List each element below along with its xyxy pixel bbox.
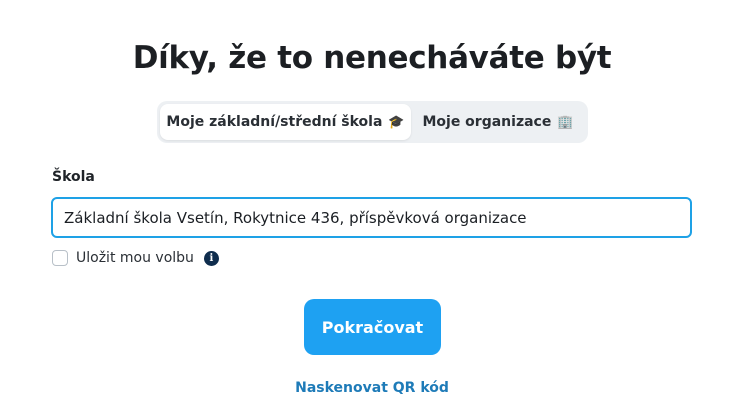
scan-qr-link[interactable]: Naskenovat QR kód [0, 380, 734, 396]
tab-school-label: Moje základní/střední škola [166, 114, 383, 130]
remember-choice-label: Uložit mou volbu [76, 250, 194, 266]
office-building-icon: 🏢 [557, 114, 574, 130]
tab-organization-label: Moje organizace [422, 114, 552, 130]
page: Díky, že to nenecháváte být Moje základn… [0, 0, 734, 416]
school-input[interactable] [51, 197, 692, 238]
tab-organization[interactable]: Moje organizace 🏢 [411, 104, 585, 140]
remember-choice-row: Uložit mou volbu i [52, 249, 219, 267]
continue-button[interactable]: Pokračovat [304, 299, 441, 355]
remember-choice-checkbox[interactable] [52, 250, 68, 266]
info-icon[interactable]: i [203, 250, 219, 266]
tab-school[interactable]: Moje základní/střední škola 🎓 [160, 104, 411, 140]
page-title: Díky, že to nenecháváte být [132, 40, 612, 76]
graduation-cap-icon: 🎓 [388, 114, 405, 130]
school-field-label: Škola [52, 169, 95, 185]
tab-switcher: Moje základní/střední škola 🎓 Moje organ… [157, 101, 588, 143]
